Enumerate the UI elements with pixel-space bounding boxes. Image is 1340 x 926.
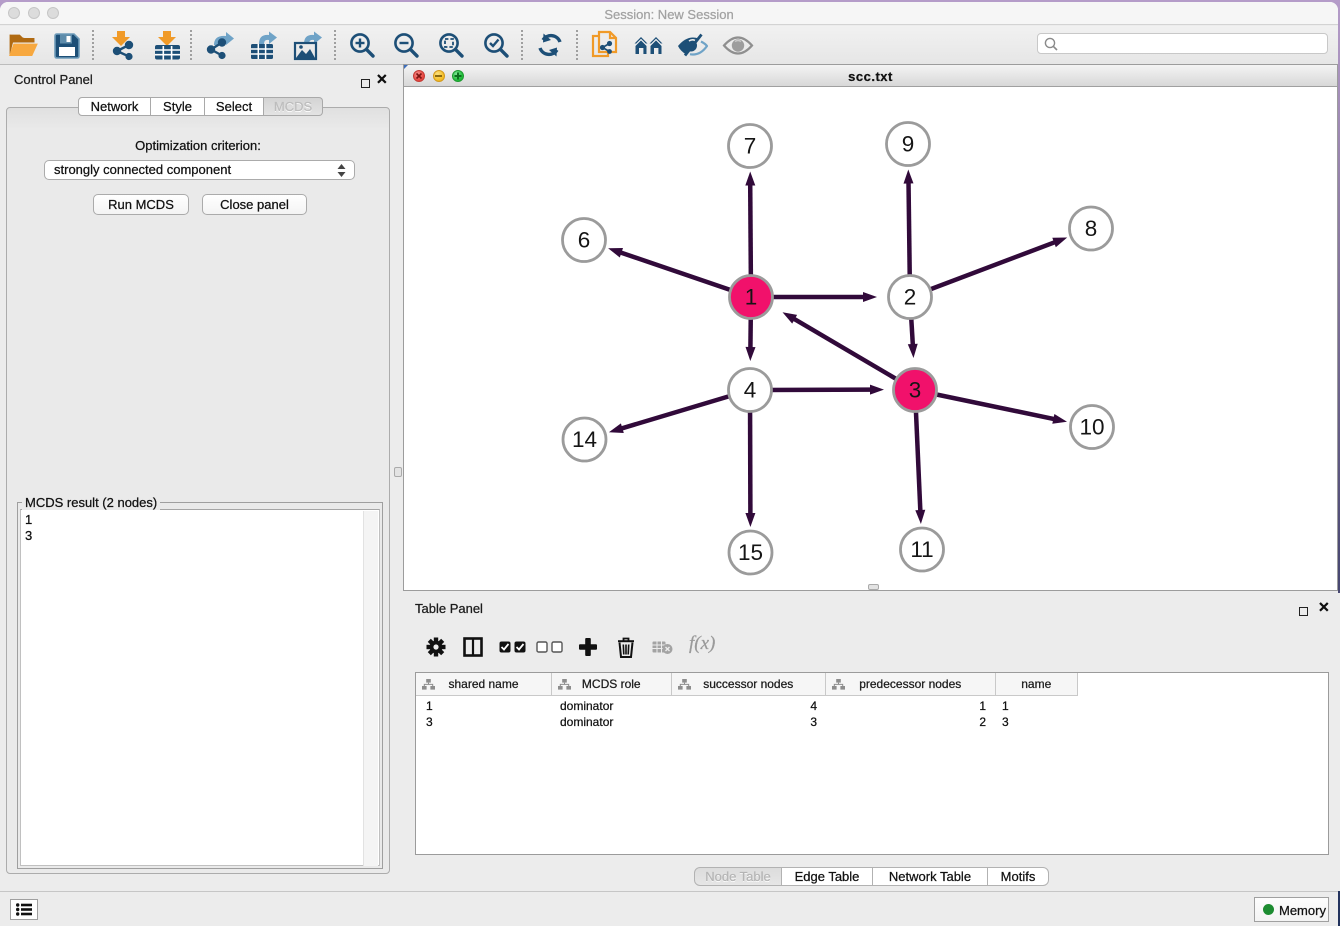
svg-text:3: 3 xyxy=(909,378,922,403)
svg-text:1: 1 xyxy=(745,285,758,310)
svg-text:2: 2 xyxy=(904,285,917,310)
svg-text:7: 7 xyxy=(744,134,757,159)
svg-text:15: 15 xyxy=(738,540,763,565)
svg-text:11: 11 xyxy=(910,537,933,562)
svg-text:14: 14 xyxy=(572,427,597,452)
svg-text:10: 10 xyxy=(1079,415,1104,440)
svg-text:8: 8 xyxy=(1085,216,1098,241)
svg-text:9: 9 xyxy=(902,132,915,157)
svg-text:6: 6 xyxy=(578,228,591,253)
svg-text:4: 4 xyxy=(744,378,757,403)
